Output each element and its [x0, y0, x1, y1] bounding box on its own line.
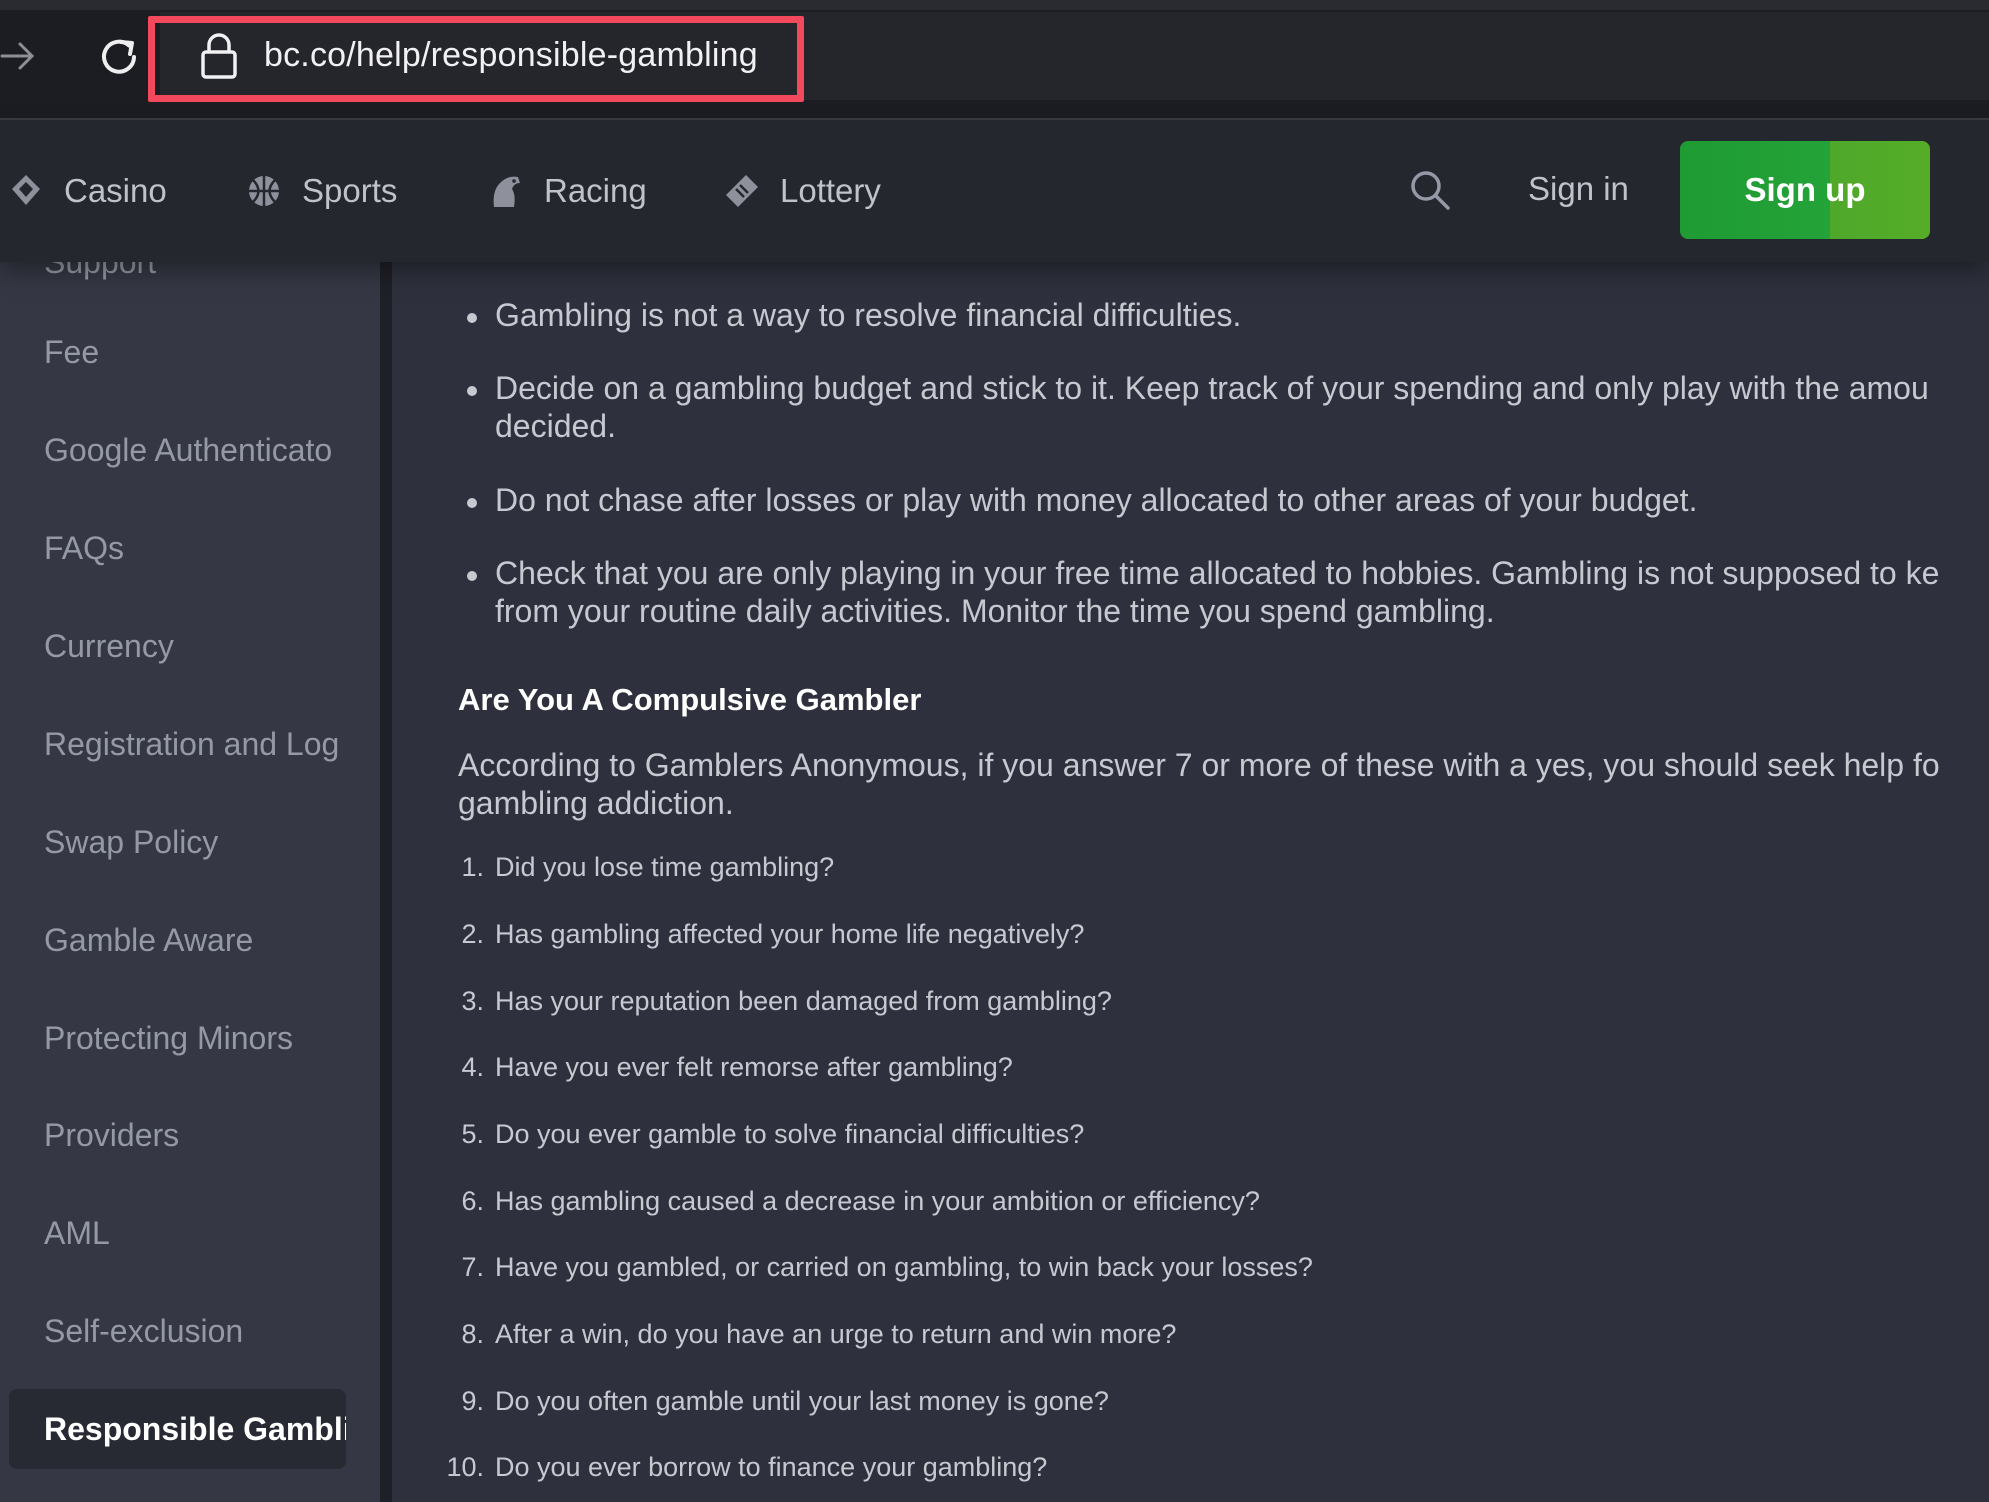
tab-strip-edge: [0, 0, 1989, 10]
nav-label: Racing: [544, 172, 647, 209]
sidebar-item-gamble-aware[interactable]: Gamble Aware: [0, 900, 380, 980]
bullet-dot: [467, 313, 477, 323]
question-text: Has gambling affected your home life neg…: [495, 919, 1085, 949]
sign-up-button[interactable]: Sign up: [1680, 141, 1930, 239]
nav-label: Lottery: [780, 172, 881, 209]
question-text: Has your reputation been damaged from ga…: [495, 986, 1112, 1016]
nav-label: Sports: [302, 172, 398, 209]
bullet-text: Gambling is not a way to resolve financi…: [495, 297, 1242, 333]
question-number: 3.: [461, 986, 484, 1016]
forward-arrow-icon[interactable]: [0, 36, 40, 76]
nav-racing[interactable]: Racing: [486, 166, 647, 216]
sidebar-item-self-exclusion[interactable]: Self-exclusion: [0, 1291, 380, 1371]
nav-casino[interactable]: Casino: [6, 166, 167, 216]
intro-line: According to Gamblers Anonymous, if you …: [458, 747, 1940, 783]
sidebar-item-aml[interactable]: AML: [0, 1193, 380, 1273]
question-number: 4.: [461, 1052, 484, 1082]
intro-line: gambling addiction.: [458, 785, 734, 821]
sidebar-scrollbar[interactable]: [380, 262, 392, 1502]
url-text[interactable]: bc.co/help/responsible-gambling: [264, 36, 758, 75]
nav-label: Casino: [64, 172, 167, 209]
question-number: 7.: [461, 1252, 484, 1282]
question-number: 5.: [461, 1119, 484, 1149]
nav-lottery[interactable]: Lottery: [722, 166, 881, 216]
question-text: Did you lose time gambling?: [495, 852, 835, 882]
bullet-text: Decide on a gambling budget and stick to…: [495, 370, 1929, 406]
intro-paragraph: According to Gamblers Anonymous, if you …: [458, 746, 1989, 822]
sidebar-item-faqs[interactable]: FAQs: [0, 508, 380, 588]
bullet-text: Do not chase after losses or play with m…: [495, 482, 1698, 518]
section-heading: Are You A Compulsive Gambler: [458, 682, 922, 717]
bullet-text: Check that you are only playing in your …: [495, 555, 1940, 591]
question-item: 7. Have you gambled, or carried on gambl…: [392, 1252, 1892, 1292]
help-sidebar: Support Fee Google Authenticato FAQs Cur…: [0, 262, 380, 1502]
sidebar-item-swap-policy[interactable]: Swap Policy: [0, 802, 380, 882]
sidebar-item-support[interactable]: Support: [0, 262, 380, 292]
sidebar-item-responsible-gambling[interactable]: Responsible Gambli: [9, 1389, 346, 1469]
question-item: 8. After a win, do you have an urge to r…: [392, 1319, 1892, 1359]
question-text: Have you gambled, or carried on gambling…: [495, 1252, 1313, 1282]
question-item: 3. Has your reputation been damaged from…: [392, 986, 1892, 1026]
article-content: Gambling is not a way to resolve financi…: [392, 262, 1989, 1502]
bullet-dot: [467, 386, 477, 396]
casino-chip-icon: [12, 175, 40, 205]
question-text: Has gambling caused a decrease in your a…: [495, 1186, 1260, 1216]
sidebar-item-registration[interactable]: Registration and Log: [0, 704, 380, 784]
question-text: Have you ever felt remorse after gamblin…: [495, 1052, 1013, 1082]
search-icon[interactable]: [1408, 168, 1452, 212]
sidebar-item-providers[interactable]: Providers: [0, 1095, 380, 1175]
question-text: Do you ever borrow to finance your gambl…: [495, 1452, 1048, 1482]
sidebar-item-fee[interactable]: Fee: [0, 312, 380, 392]
question-text: Do you ever gamble to solve financial di…: [495, 1119, 1085, 1149]
sports-ball-icon: [249, 176, 279, 206]
sidebar-item-currency[interactable]: Currency: [0, 606, 380, 686]
question-item: 4. Have you ever felt remorse after gamb…: [392, 1052, 1892, 1092]
question-number: 8.: [461, 1319, 484, 1349]
question-text: After a win, do you have an urge to retu…: [495, 1319, 1177, 1349]
bullet-text: decided.: [495, 408, 616, 444]
reload-icon[interactable]: [96, 34, 142, 80]
lock-icon[interactable]: [198, 32, 240, 80]
question-text: Do you often gamble until your last mone…: [495, 1386, 1109, 1416]
site-header: Casino Sports Racing Lottery Sign in Sig…: [0, 120, 1989, 262]
browser-toolbar: bc.co/help/responsible-gambling: [0, 0, 1989, 118]
question-number: 10.: [446, 1452, 484, 1482]
bullet-text: from your routine daily activities. Moni…: [495, 593, 1495, 629]
question-number: 2.: [461, 919, 484, 949]
question-item: 10. Do you ever borrow to finance your g…: [392, 1452, 1892, 1492]
question-number: 9.: [461, 1386, 484, 1416]
sidebar-item-google-authenticator[interactable]: Google Authenticato: [0, 410, 380, 490]
question-number: 6.: [461, 1186, 484, 1216]
sidebar-item-protecting-minors[interactable]: Protecting Minors: [0, 998, 380, 1078]
nav-sports[interactable]: Sports: [244, 166, 397, 216]
sign-in-button[interactable]: Sign in: [1528, 170, 1629, 208]
question-item: 6. Has gambling caused a decrease in you…: [392, 1186, 1892, 1226]
bullet-dot: [467, 571, 477, 581]
question-item: 9. Do you often gamble until your last m…: [392, 1386, 1892, 1426]
question-item: 2. Has gambling affected your home life …: [392, 919, 1892, 959]
lottery-ticket-icon: [726, 175, 758, 207]
question-item: 1. Did you lose time gambling?: [392, 852, 1892, 892]
bullet-dot: [467, 498, 477, 508]
question-number: 1.: [461, 852, 484, 882]
question-item: 5. Do you ever gamble to solve financial…: [392, 1119, 1892, 1159]
horse-icon: [493, 176, 520, 207]
